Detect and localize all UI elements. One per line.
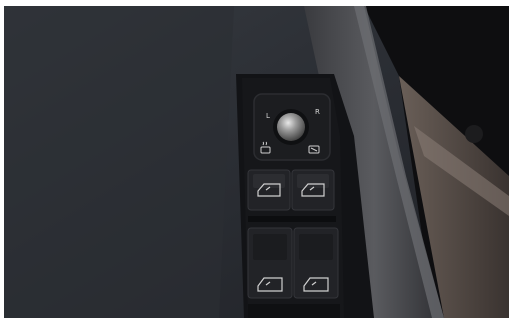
window-switch-front-right[interactable]: [291, 169, 335, 211]
window-switch-front-left[interactable]: [247, 169, 291, 211]
window-switch-rear-left[interactable]: [247, 227, 293, 299]
mirror-left-label: L: [266, 112, 270, 120]
mirror-right-label: R: [315, 108, 320, 116]
switch-divider: [248, 216, 336, 222]
switch-panel-bottom: [248, 304, 340, 318]
door-scene: L R: [4, 6, 509, 318]
door-panel-shadow: [4, 6, 234, 318]
mirror-adjust-knob[interactable]: [277, 113, 305, 141]
car-door-photo: L R: [4, 6, 509, 318]
window-switch-rear-right[interactable]: [293, 227, 339, 299]
floor-mat-fastener: [465, 125, 483, 143]
